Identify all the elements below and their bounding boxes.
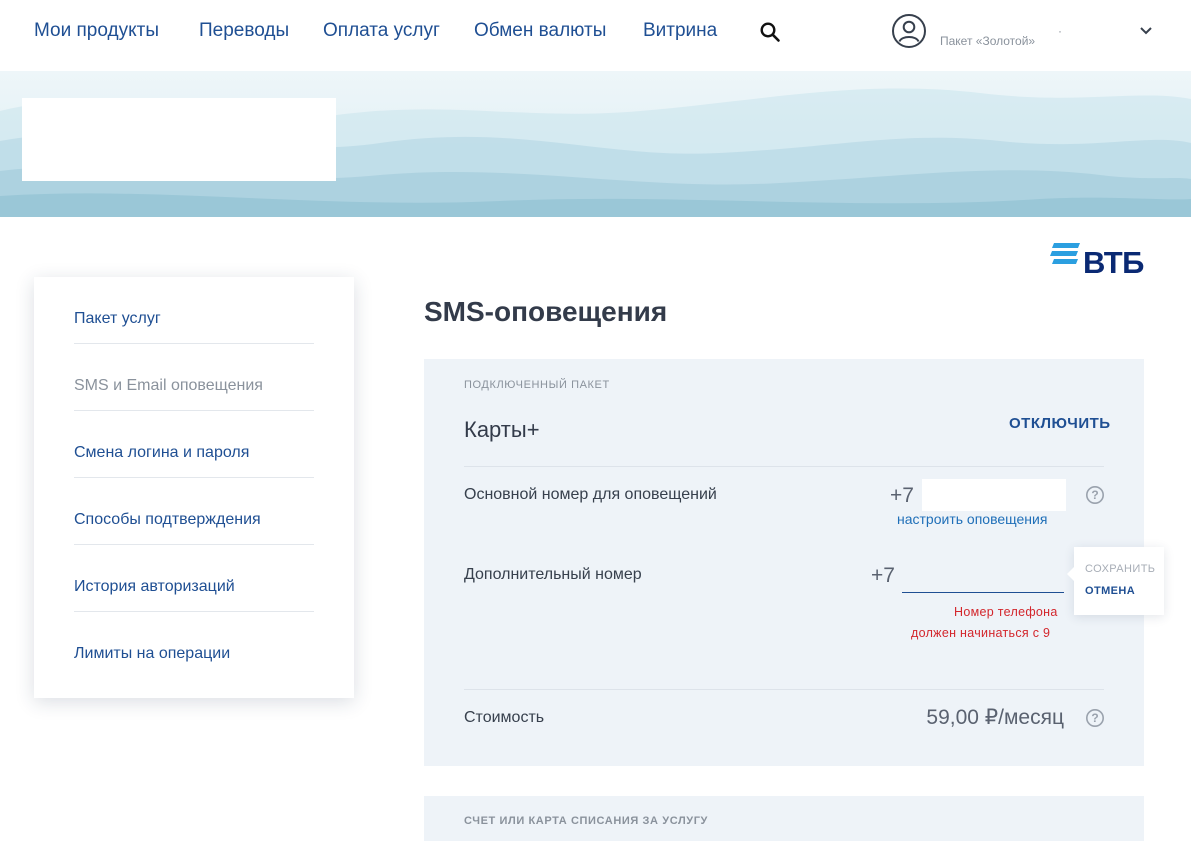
- nav-showcase[interactable]: Витрина: [643, 20, 717, 42]
- side-item-service-package[interactable]: Пакет услуг: [74, 277, 314, 344]
- side-item-label[interactable]: Лимиты на операции: [74, 645, 230, 663]
- chevron-down-icon[interactable]: [1138, 24, 1154, 38]
- settings-side-menu: Пакет услуг SMS и Email оповещения Смена…: [34, 277, 354, 698]
- primary-number-label: Основной номер для оповещений: [464, 486, 717, 503]
- error-message-line1: Номер телефона: [954, 605, 1058, 619]
- user-circle-icon[interactable]: [891, 13, 927, 49]
- error-message-line2: должен начинаться с 9: [911, 626, 1051, 640]
- nav-payments[interactable]: Оплата услуг: [323, 20, 440, 42]
- side-item-label[interactable]: Способы подтверждения: [74, 511, 261, 529]
- package-caption: ПОДКЛЮЧЕННЫЙ ПАКЕТ: [464, 379, 610, 391]
- sms-package-panel: ПОДКЛЮЧЕННЫЙ ПАКЕТ Карты+ ОТКЛЮЧИТЬ Осно…: [424, 359, 1164, 766]
- svg-text:?: ?: [1091, 488, 1098, 502]
- top-navigation: Мои продукты Переводы Оплата услуг Обмен…: [0, 0, 1191, 71]
- cost-label: Стоимость: [464, 709, 545, 726]
- side-item-label[interactable]: Смена логина и пароля: [74, 444, 249, 462]
- side-item-sms-email[interactable]: SMS и Email оповещения: [74, 344, 314, 411]
- side-item-login-password[interactable]: Смена логина и пароля: [74, 411, 314, 478]
- header-banner: [0, 71, 1191, 217]
- disconnect-button[interactable]: ОТКЛЮЧИТЬ: [1009, 415, 1111, 432]
- save-cancel-popup: СОХРАНИТЬ ОТМЕНА: [1067, 547, 1164, 615]
- nav-my-products[interactable]: Мои продукты: [34, 20, 159, 42]
- additional-number-input[interactable]: [902, 567, 1064, 593]
- cancel-button[interactable]: ОТМЕНА: [1085, 585, 1135, 597]
- banner-placeholder-card: [22, 98, 336, 181]
- search-icon[interactable]: [759, 21, 781, 43]
- side-item-operation-limits[interactable]: Лимиты на операции: [74, 612, 314, 679]
- primary-number-prefix: +7: [890, 484, 914, 507]
- user-name: ·: [1058, 24, 1062, 38]
- vtb-logo-text: ВТБ: [1083, 245, 1144, 280]
- vtb-logo-bars: [1050, 243, 1080, 264]
- svg-text:?: ?: [1091, 711, 1098, 725]
- account-section-caption: СЧЕТ ИЛИ КАРТА СПИСАНИЯ ЗА УСЛУГУ: [464, 815, 708, 827]
- side-item-label[interactable]: История авторизаций: [74, 578, 235, 596]
- cost-value: 59,00 ₽/месяц: [926, 706, 1064, 729]
- nav-transfers[interactable]: Переводы: [199, 20, 289, 42]
- account-section-panel: СЧЕТ ИЛИ КАРТА СПИСАНИЯ ЗА УСЛУГУ: [424, 796, 1144, 841]
- page-title: SMS-оповещения: [424, 296, 668, 327]
- nav-currency-exchange[interactable]: Обмен валюты: [474, 20, 606, 42]
- side-item-label[interactable]: SMS и Email оповещения: [74, 377, 263, 395]
- question-circle-icon[interactable]: ?: [1085, 485, 1105, 505]
- primary-number-value: [922, 479, 1066, 511]
- side-item-label[interactable]: Пакет услуг: [74, 310, 161, 328]
- side-item-auth-history[interactable]: История авторизаций: [74, 545, 314, 612]
- additional-number-prefix: +7: [871, 564, 895, 587]
- question-circle-icon[interactable]: ?: [1085, 708, 1105, 728]
- side-item-confirmation-methods[interactable]: Способы подтверждения: [74, 478, 314, 545]
- divider: [464, 466, 1104, 467]
- divider: [464, 689, 1104, 690]
- configure-notifications-link[interactable]: настроить оповещения: [897, 511, 1047, 527]
- package-name: Карты+: [464, 417, 540, 442]
- save-button[interactable]: СОХРАНИТЬ: [1085, 563, 1155, 575]
- additional-number-label: Дополнительный номер: [464, 566, 642, 583]
- user-package-label: Пакет «Золотой»: [940, 34, 1036, 48]
- vtb-logo: ВТБ: [1050, 243, 1146, 280]
